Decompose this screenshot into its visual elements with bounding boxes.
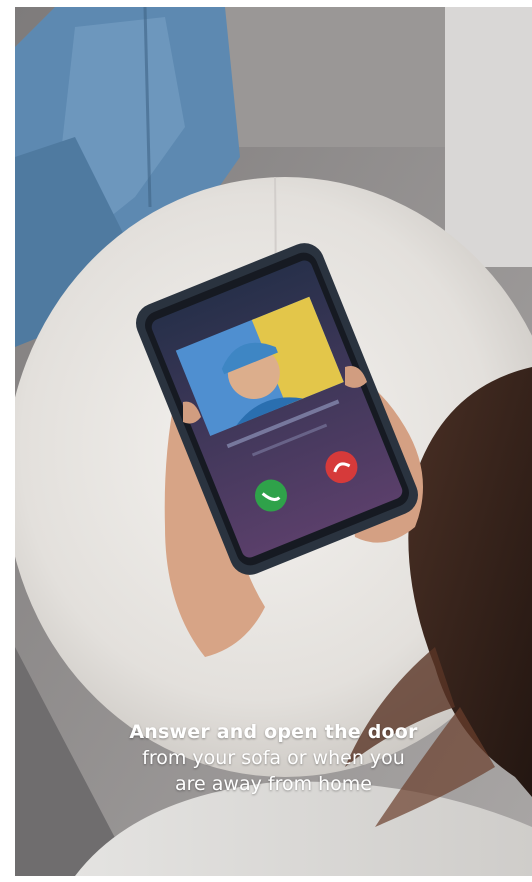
caption-subline-1: from your sofa or when you	[142, 747, 405, 769]
caption-headline: Answer and open the door	[129, 721, 418, 743]
hero-photo: Answer and open the door from your sofa …	[15, 7, 532, 876]
caption: Answer and open the door from your sofa …	[15, 719, 532, 797]
caption-subline-2: are away from home	[175, 773, 372, 795]
